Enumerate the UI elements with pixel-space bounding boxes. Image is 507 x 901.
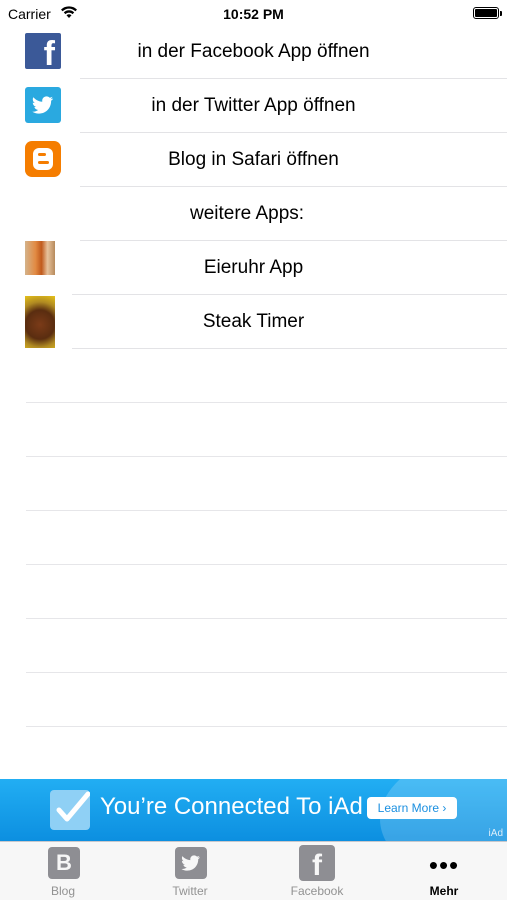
- row-label: in der Facebook App öffnen: [137, 41, 370, 62]
- row-label: in der Twitter App öffnen: [151, 95, 356, 116]
- eieruhr-row[interactable]: Eieruhr App: [0, 241, 507, 295]
- tab-blog[interactable]: B Blog: [0, 842, 126, 901]
- empty-row: [0, 403, 507, 457]
- status-bar: Carrier 10:52 PM: [0, 0, 507, 28]
- facebook-icon: f: [299, 845, 335, 882]
- tab-label: Mehr: [429, 884, 459, 898]
- twitter-row[interactable]: in der Twitter App öffnen: [0, 79, 507, 133]
- tab-label: Facebook: [290, 884, 344, 898]
- separator: [26, 726, 507, 727]
- blogger-icon: B: [48, 847, 80, 879]
- empty-row: [0, 673, 507, 727]
- row-label: Eieruhr App: [203, 257, 304, 278]
- info-table: f in der Facebook App öffnen in der Twit…: [0, 25, 507, 727]
- checkmark-icon: [50, 790, 91, 830]
- empty-row: [0, 349, 507, 403]
- tab-label: Blog: [50, 884, 76, 898]
- twitter-icon: [175, 847, 207, 879]
- tab-bar: B Blog Twitter f Facebook ••• Mehr: [0, 841, 507, 900]
- section-header-row: weitere Apps:: [0, 187, 507, 241]
- facebook-row[interactable]: f in der Facebook App öffnen: [0, 25, 507, 79]
- iad-banner[interactable]: You’re Connected To iAd Learn More › iAd: [0, 779, 507, 841]
- steak-timer-row[interactable]: Steak Timer: [0, 295, 507, 349]
- tab-mehr[interactable]: ••• Mehr: [381, 842, 507, 901]
- ad-headline: You’re Connected To iAd: [100, 793, 363, 820]
- blog-row[interactable]: Blog in Safari öffnen: [0, 133, 507, 187]
- row-label: Blog in Safari öffnen: [168, 149, 339, 170]
- empty-row: [0, 565, 507, 619]
- empty-row: [0, 619, 507, 673]
- row-label: Steak Timer: [202, 311, 305, 332]
- iad-badge: iAd: [488, 828, 503, 839]
- tab-twitter[interactable]: Twitter: [127, 842, 253, 901]
- empty-row: [0, 457, 507, 511]
- battery-tip: [500, 11, 502, 16]
- empty-row: [0, 511, 507, 565]
- tab-label: Twitter: [172, 884, 208, 898]
- tab-facebook[interactable]: f Facebook: [254, 842, 380, 901]
- battery-icon: [473, 7, 499, 19]
- more-dots-icon: •••: [428, 850, 460, 880]
- section-header: weitere Apps:: [190, 203, 305, 224]
- learn-more-button[interactable]: Learn More ›: [367, 797, 457, 819]
- clock: 10:52 PM: [223, 6, 284, 22]
